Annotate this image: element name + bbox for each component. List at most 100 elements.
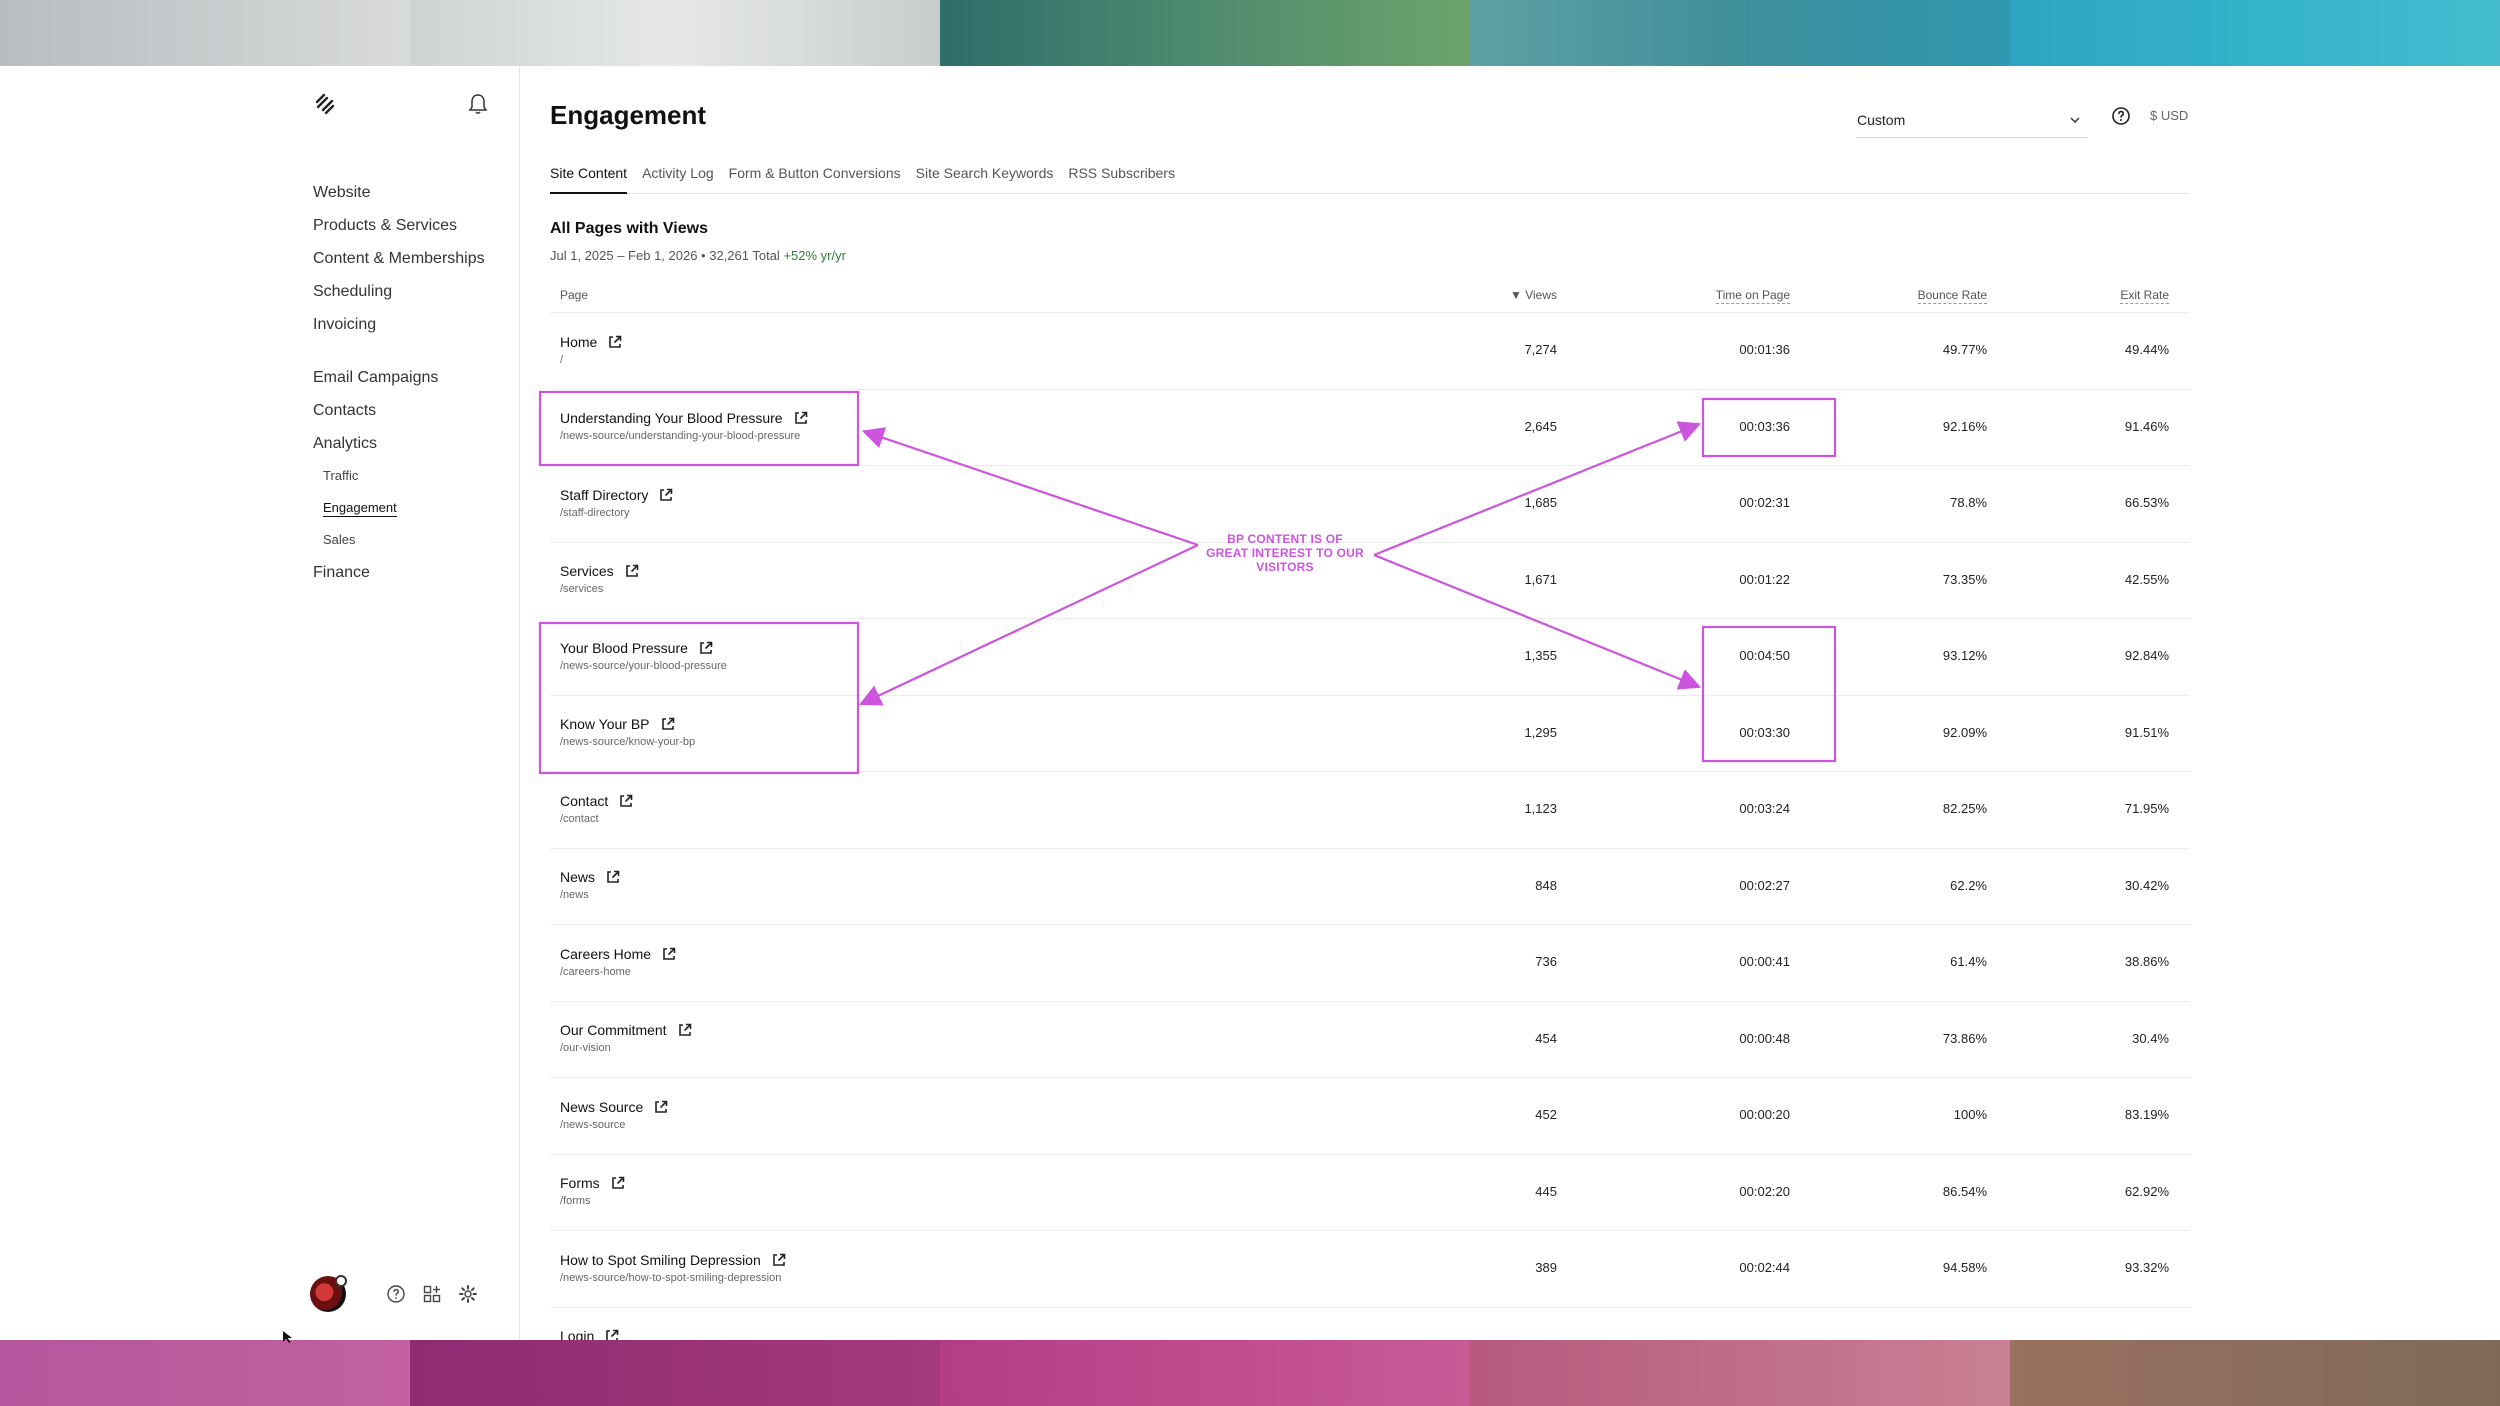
sidebar-item-contacts[interactable]: Contacts (313, 394, 513, 427)
tab-form-button-conversions[interactable]: Form & Button Conversions (729, 152, 901, 194)
annotation-line-1: BP CONTENT IS OF (1227, 532, 1343, 546)
page-title: Engagement (550, 100, 707, 130)
exit-rate-value: 62.92% (2124, 1183, 2169, 1199)
tab-site-content[interactable]: Site Content (550, 152, 628, 194)
column-header-exit-rate[interactable]: Exit Rate (2120, 288, 2169, 304)
page-path: /services (560, 583, 604, 596)
external-link-icon[interactable] (624, 563, 640, 579)
bell-icon[interactable] (467, 92, 489, 116)
help-icon[interactable] (386, 1284, 406, 1304)
gear-icon[interactable] (458, 1284, 478, 1304)
currency-label[interactable]: $ USD (2150, 108, 2188, 123)
tab-activity-log[interactable]: Activity Log (642, 152, 714, 194)
page-name-link[interactable]: Home (560, 334, 597, 350)
sidebar-footer (310, 1275, 510, 1316)
bounce-rate-value: 61.4% (1950, 954, 1987, 969)
external-link-icon[interactable] (604, 1328, 620, 1340)
sidebar-item-scheduling[interactable]: Scheduling (313, 275, 513, 308)
bounce-rate-value: 62.2% (1950, 877, 1987, 893)
sidebar-item-analytics[interactable]: Analytics (313, 427, 513, 460)
sidebar-nav: Website Products & Services Content & Me… (313, 176, 513, 589)
time-on-page-value: 00:02:20 (1739, 1183, 1790, 1199)
table-header: Page ▼ Views Time on Page Bounce Rate Ex… (550, 276, 2190, 313)
page-name-link[interactable]: News (560, 869, 595, 885)
external-link-icon[interactable] (771, 1252, 787, 1268)
sidebar-item-products-services[interactable]: Products & Services (313, 209, 513, 242)
page-cell: Careers Home/careers-home (560, 945, 677, 978)
page-name-link[interactable]: Careers Home (560, 946, 651, 962)
page-name-link[interactable]: Login (560, 1328, 594, 1340)
page-name-link[interactable]: Know Your BP (560, 716, 650, 732)
external-link-icon[interactable] (661, 946, 677, 962)
page-cell: Staff Directory/staff-directory (560, 486, 674, 519)
column-header-views[interactable]: ▼ Views (1510, 288, 1557, 302)
page-name-link[interactable]: Your Blood Pressure (560, 640, 688, 656)
page-name-link[interactable]: Contact (560, 793, 608, 809)
time-on-page-value: 00:03:30 (1739, 724, 1790, 740)
table-row: Know Your BP/news-source/know-your-bp 1,2… (550, 696, 2190, 772)
bounce-rate-value: 94.58% (1942, 1260, 1987, 1275)
tab-site-search-keywords[interactable]: Site Search Keywords (916, 152, 1054, 194)
page-name-link[interactable]: Understanding Your Blood Pressure (560, 410, 783, 426)
external-link-icon[interactable] (618, 793, 634, 809)
views-value: 1,123 (1524, 801, 1557, 816)
views-value: 2,645 (1524, 418, 1557, 434)
external-link-icon[interactable] (793, 410, 809, 426)
table-body: Home / 7,274 00:01:36 49.77% 49.44% Understand… (550, 313, 2190, 1340)
page-path: /news-source/how-to-spot-smiling-depress… (560, 1271, 782, 1284)
page-path: /staff-directory (560, 506, 630, 519)
table-row: Contact/contact 1,123 00:03:24 82.25% 71.95% (550, 772, 2190, 849)
exit-rate-value: 49.44% (2124, 342, 2169, 357)
bounce-rate-value: 92.09% (1942, 724, 1987, 740)
sidebar-subitem-label: Traffic (323, 468, 359, 483)
sidebar-subitem-sales[interactable]: Sales (313, 524, 513, 556)
page-name-link[interactable]: Forms (560, 1175, 600, 1191)
annotation-line-3: VISITORS (1256, 560, 1314, 574)
page-path: /news-source/understanding-your-blood-pr… (560, 430, 801, 443)
exit-rate-value: 93.32% (2124, 1260, 2169, 1275)
date-range-summary: Jul 1, 2025 – Feb 1, 2026 • 32,261 Total (550, 248, 780, 263)
external-link-icon[interactable] (607, 334, 623, 350)
help-icon[interactable] (2111, 106, 2131, 126)
page-name-link[interactable]: Our Commitment (560, 1022, 667, 1038)
page-cell: Know Your BP/news-source/know-your-bp (560, 716, 695, 748)
table-row: Forms/forms 445 00:02:20 86.54% 62.92% (550, 1155, 2190, 1231)
apps-icon[interactable] (422, 1284, 442, 1304)
external-link-icon[interactable] (677, 1022, 693, 1038)
date-range-select[interactable]: Custom (1857, 102, 2087, 138)
column-header-bounce-rate[interactable]: Bounce Rate (1917, 288, 1987, 304)
sidebar-item-email-campaigns[interactable]: Email Campaigns (313, 361, 513, 394)
views-value: 445 (1535, 1183, 1557, 1199)
sidebar-item-finance[interactable]: Finance (313, 556, 513, 589)
page-name-link[interactable]: How to Spot Smiling Depression (560, 1252, 761, 1268)
app-window: Website Products & Services Content & Me… (0, 66, 2500, 1340)
page-path: /news-source (560, 1118, 626, 1131)
exit-rate-value: 42.55% (2124, 571, 2169, 587)
avatar[interactable] (310, 1275, 347, 1312)
page-cell: Home / (560, 333, 623, 366)
squarespace-logo-icon[interactable] (313, 92, 337, 116)
column-header-time-on-page[interactable]: Time on Page (1715, 288, 1790, 304)
exit-rate-value: 38.86% (2124, 954, 2169, 969)
external-link-icon[interactable] (653, 1099, 669, 1115)
external-link-icon[interactable] (610, 1175, 626, 1191)
sidebar-subitem-engagement[interactable]: Engagement (313, 492, 513, 524)
page-path: / (560, 353, 564, 366)
bounce-rate-value: 78.8% (1950, 495, 1987, 510)
sidebar-item-website[interactable]: Website (313, 176, 513, 209)
sidebar-item-content-memberships[interactable]: Content & Memberships (313, 242, 513, 275)
tab-rss-subscribers[interactable]: RSS Subscribers (1068, 152, 1175, 194)
page-name-link[interactable]: Services (560, 563, 614, 579)
sidebar-item-invoicing[interactable]: Invoicing (313, 308, 513, 341)
external-link-icon[interactable] (605, 869, 621, 885)
page-name-link[interactable]: News Source (560, 1099, 643, 1115)
exit-rate-value: 91.51% (2124, 724, 2169, 740)
time-on-page-value: 00:00:20 (1739, 1107, 1790, 1122)
section-title: All Pages with Views (550, 220, 708, 237)
time-on-page-value: 00:03:36 (1739, 418, 1790, 434)
external-link-icon[interactable] (698, 640, 714, 656)
external-link-icon[interactable] (658, 487, 674, 503)
sidebar-subitem-traffic[interactable]: Traffic (313, 460, 513, 492)
page-name-link[interactable]: Staff Directory (560, 487, 648, 503)
external-link-icon[interactable] (660, 716, 676, 732)
